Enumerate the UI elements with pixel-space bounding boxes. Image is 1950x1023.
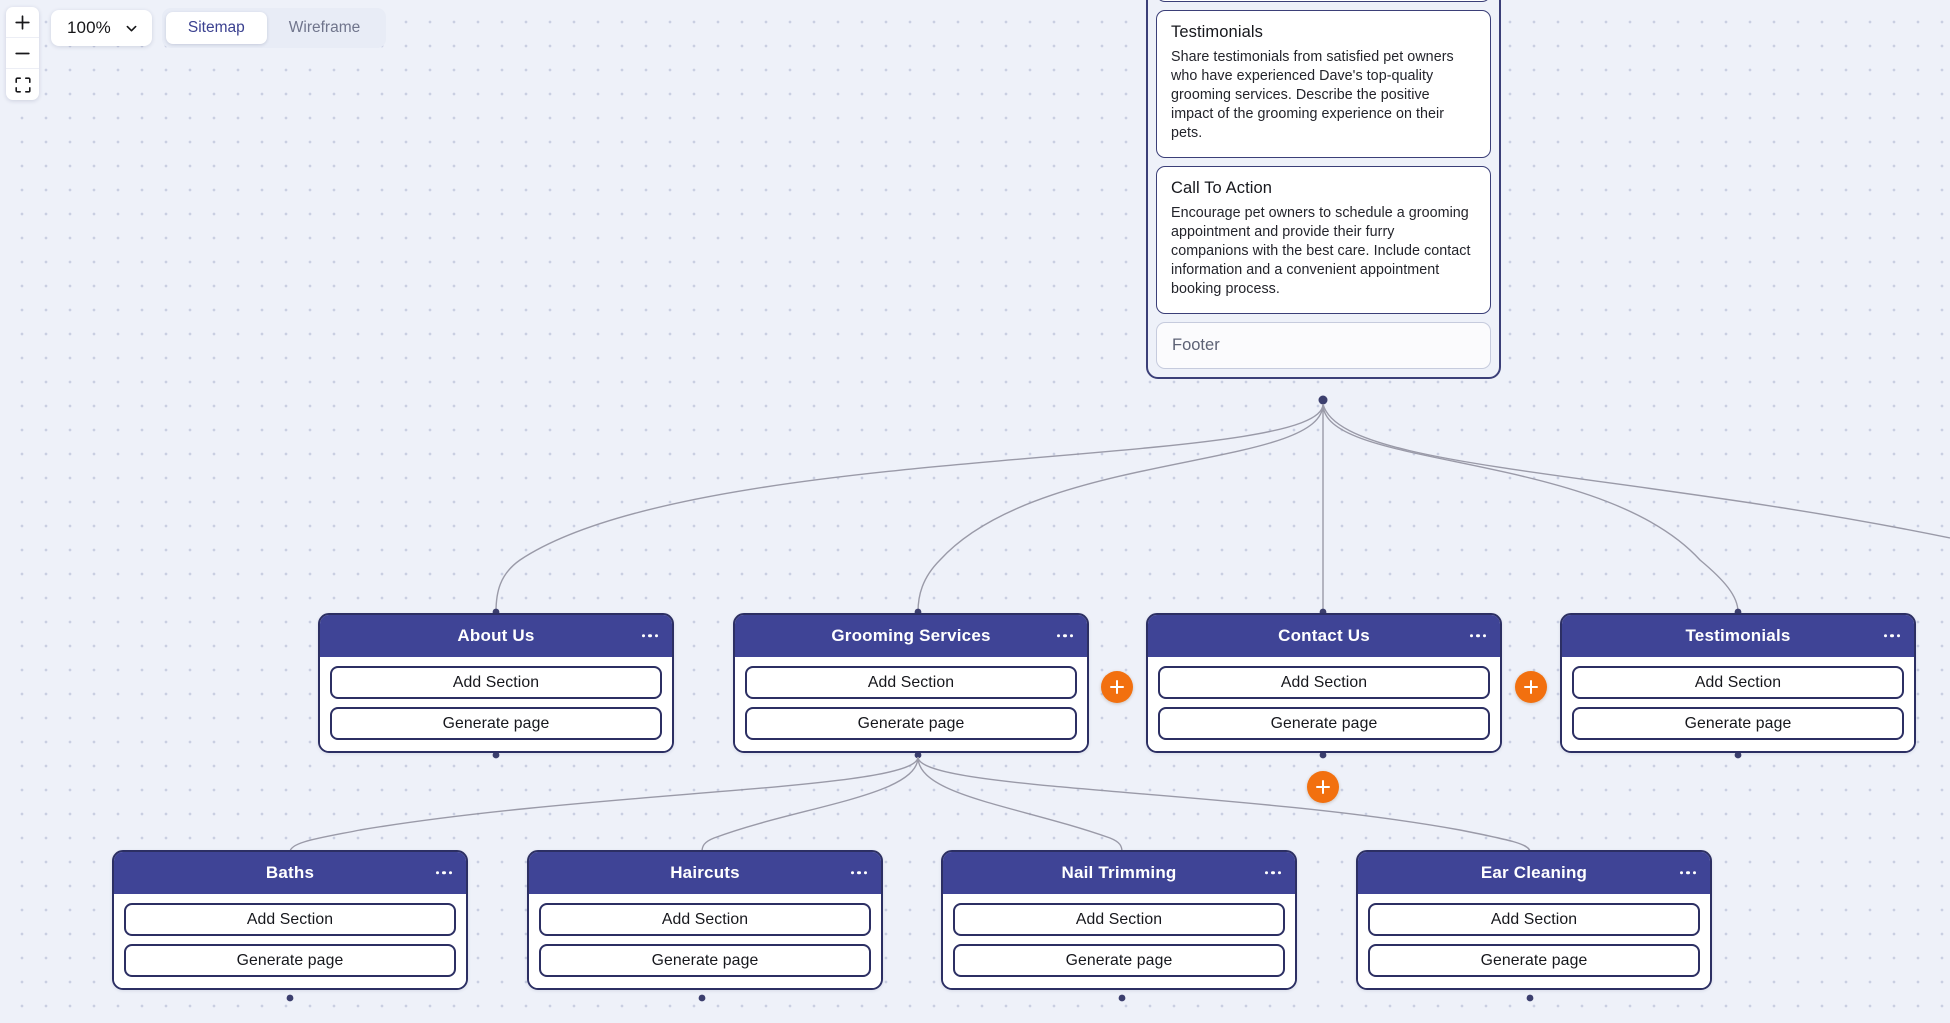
- page-node-body: Add Section Generate page: [320, 657, 672, 751]
- page-node-title: Nail Trimming: [1061, 863, 1176, 883]
- add-section-button[interactable]: Add Section: [330, 666, 662, 699]
- page-node-about-us[interactable]: About Us Add Section Generate page: [318, 613, 674, 753]
- section-card-call-to-action[interactable]: Call To Action Encourage pet owners to s…: [1156, 166, 1491, 314]
- generate-page-button[interactable]: Generate page: [330, 707, 662, 740]
- add-page-button-between-contact-testimonials[interactable]: [1515, 671, 1547, 703]
- generate-page-button[interactable]: Generate page: [953, 944, 1285, 977]
- page-node-nail-trimming[interactable]: Nail Trimming Add Section Generate page: [941, 850, 1297, 990]
- ellipsis-icon[interactable]: [434, 867, 454, 878]
- add-child-page-button-contact-us[interactable]: [1307, 771, 1339, 803]
- add-section-button[interactable]: Add Section: [124, 903, 456, 936]
- page-node-title: Ear Cleaning: [1481, 863, 1587, 883]
- page-node-title: About Us: [457, 626, 534, 646]
- generate-page-button[interactable]: Generate page: [1158, 707, 1490, 740]
- page-node-body: Add Section Generate page: [1148, 657, 1500, 751]
- section-card-testimonials[interactable]: Testimonials Share testimonials from sat…: [1156, 10, 1491, 158]
- footer-input[interactable]: Footer: [1156, 322, 1491, 369]
- page-node-body: Add Section Generate page: [1562, 657, 1914, 751]
- page-node-body: Add Section Generate page: [735, 657, 1087, 751]
- generate-page-button[interactable]: Generate page: [745, 707, 1077, 740]
- ellipsis-icon[interactable]: [1468, 630, 1488, 641]
- add-section-button[interactable]: Add Section: [1158, 666, 1490, 699]
- page-node-title: Contact Us: [1278, 626, 1370, 646]
- page-node-header[interactable]: Nail Trimming: [943, 852, 1295, 894]
- zoom-controls[interactable]: [6, 7, 39, 100]
- page-node-body: Add Section Generate page: [1358, 894, 1710, 988]
- page-node-contact-us[interactable]: Contact Us Add Section Generate page: [1146, 613, 1502, 753]
- section-card-clipped[interactable]: [1156, 0, 1491, 2]
- page-node-body: Add Section Generate page: [114, 894, 466, 988]
- page-node-header[interactable]: Testimonials: [1562, 615, 1914, 657]
- view-mode-toggle[interactable]: Sitemap Wireframe: [162, 8, 386, 48]
- page-node-title: Baths: [266, 863, 314, 883]
- section-title: Call To Action: [1171, 179, 1476, 198]
- page-node-baths[interactable]: Baths Add Section Generate page: [112, 850, 468, 990]
- ellipsis-icon[interactable]: [1882, 630, 1902, 641]
- add-section-button[interactable]: Add Section: [953, 903, 1285, 936]
- root-page-card[interactable]: Testimonials Share testimonials from sat…: [1146, 0, 1501, 379]
- page-node-grooming-services[interactable]: Grooming Services Add Section Generate p…: [733, 613, 1089, 753]
- page-node-header[interactable]: Ear Cleaning: [1358, 852, 1710, 894]
- canvas-toolbar: 100% Sitemap Wireframe: [51, 8, 386, 48]
- tab-wireframe[interactable]: Wireframe: [267, 12, 382, 44]
- add-section-button[interactable]: Add Section: [745, 666, 1077, 699]
- page-node-title: Grooming Services: [831, 626, 990, 646]
- page-node-body: Add Section Generate page: [943, 894, 1295, 988]
- ellipsis-icon[interactable]: [1263, 867, 1283, 878]
- page-node-testimonials[interactable]: Testimonials Add Section Generate page: [1560, 613, 1916, 753]
- page-node-haircuts[interactable]: Haircuts Add Section Generate page: [527, 850, 883, 990]
- generate-page-button[interactable]: Generate page: [124, 944, 456, 977]
- generate-page-button[interactable]: Generate page: [1368, 944, 1700, 977]
- section-title: Testimonials: [1171, 23, 1476, 42]
- section-description: Share testimonials from satisfied pet ow…: [1171, 48, 1476, 143]
- page-node-header[interactable]: Contact Us: [1148, 615, 1500, 657]
- chevron-down-icon: [124, 21, 139, 36]
- generate-page-button[interactable]: Generate page: [1572, 707, 1904, 740]
- page-node-title: Haircuts: [670, 863, 740, 883]
- page-node-body: Add Section Generate page: [529, 894, 881, 988]
- ellipsis-icon[interactable]: [849, 867, 869, 878]
- page-node-header[interactable]: Grooming Services: [735, 615, 1087, 657]
- fit-screen-button[interactable]: [6, 69, 39, 100]
- section-description: Encourage pet owners to schedule a groom…: [1171, 204, 1476, 299]
- add-section-button[interactable]: Add Section: [539, 903, 871, 936]
- sitemap-canvas[interactable]: Testimonials Share testimonials from sat…: [0, 0, 1950, 1023]
- page-node-title: Testimonials: [1685, 626, 1790, 646]
- generate-page-button[interactable]: Generate page: [539, 944, 871, 977]
- zoom-out-button[interactable]: [6, 38, 39, 69]
- ellipsis-icon[interactable]: [1055, 630, 1075, 641]
- page-node-header[interactable]: Haircuts: [529, 852, 881, 894]
- ellipsis-icon[interactable]: [1678, 867, 1698, 878]
- zoom-level-select[interactable]: 100%: [51, 10, 152, 46]
- ellipsis-icon[interactable]: [640, 630, 660, 641]
- page-node-ear-cleaning[interactable]: Ear Cleaning Add Section Generate page: [1356, 850, 1712, 990]
- add-section-button[interactable]: Add Section: [1368, 903, 1700, 936]
- page-node-header[interactable]: About Us: [320, 615, 672, 657]
- zoom-level-value: 100%: [67, 18, 111, 38]
- add-section-button[interactable]: Add Section: [1572, 666, 1904, 699]
- zoom-in-button[interactable]: [6, 7, 39, 38]
- page-node-header[interactable]: Baths: [114, 852, 466, 894]
- add-page-button-between-grooming-contact[interactable]: [1101, 671, 1133, 703]
- tab-sitemap[interactable]: Sitemap: [166, 12, 267, 44]
